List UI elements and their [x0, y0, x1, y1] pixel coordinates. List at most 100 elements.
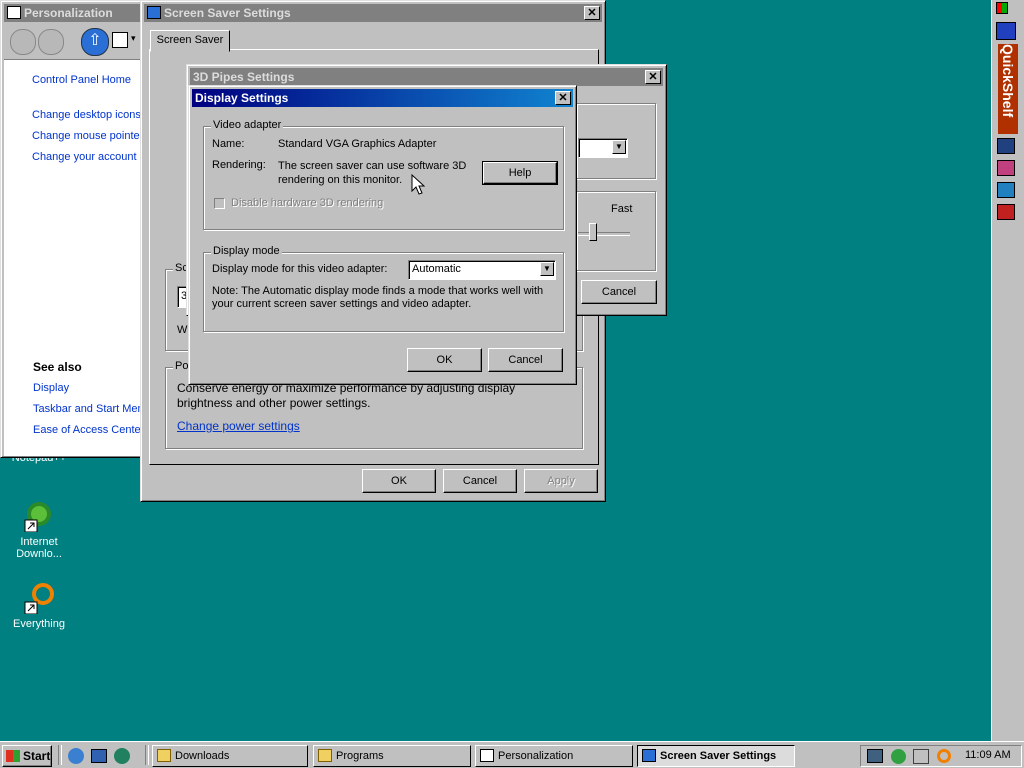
personalization-icon: [480, 749, 494, 762]
forward-button[interactable]: [38, 29, 64, 55]
see-also-ease-of-access[interactable]: Ease of Access Center: [33, 424, 144, 436]
shelf-app-4-icon[interactable]: [997, 204, 1015, 220]
window-title: Screen Saver Settings: [164, 6, 291, 20]
rendering-value: The screen saver can use software 3D ren…: [278, 160, 467, 186]
mouse-cursor-icon: [411, 173, 426, 199]
personalization-icon: [7, 6, 21, 19]
rendering-label: Rendering:: [212, 159, 266, 171]
tray-app-icon[interactable]: [913, 749, 929, 764]
desktop-icon-label: Everything: [13, 618, 65, 630]
globe-icon[interactable]: [891, 749, 906, 764]
media-icon[interactable]: [114, 748, 130, 764]
search-magnifier-icon: [23, 582, 55, 615]
location-icon: [112, 32, 128, 48]
task-personalization[interactable]: Personalization: [475, 745, 633, 767]
close-button[interactable]: ✕: [645, 70, 661, 84]
help-button[interactable]: Help: [482, 161, 558, 185]
desktop-icon-internet-download[interactable]: Internet Downlo...: [4, 500, 74, 560]
quickshelf-menu-icon[interactable]: [996, 2, 1008, 14]
video-adapter-group: Video adapter Name: Standard VGA Graphic…: [203, 119, 564, 230]
task-downloads[interactable]: Downloads: [152, 745, 308, 767]
see-also-taskbar[interactable]: Taskbar and Start Menu: [33, 403, 148, 415]
nav-change-desktop-icons[interactable]: Change desktop icons: [32, 109, 141, 121]
screensaver-icon: [642, 749, 656, 762]
display-mode-group-label: Display mode: [211, 245, 282, 257]
apply-button[interactable]: Apply: [524, 469, 598, 493]
personalization-window: Personalization ⇧ ▾ Control Panel Home C…: [0, 0, 150, 458]
screensaver-titlebar[interactable]: Screen Saver Settings ✕: [144, 4, 602, 22]
quickshelf-bar: QuickShelf: [991, 0, 1024, 741]
pipes-cancel-button[interactable]: Cancel: [581, 280, 657, 304]
taskbar: Start Downloads Programs Personalization…: [0, 741, 1024, 768]
task-label: Personalization: [498, 750, 574, 762]
windows-logo-icon: [6, 750, 20, 762]
shelf-app-2-icon[interactable]: [997, 160, 1015, 176]
adapter-name-label: Name:: [212, 138, 245, 150]
tab-screen-saver[interactable]: Screen Saver: [150, 30, 230, 52]
personalization-sidebar: Control Panel Home Change desktop icons …: [4, 60, 148, 456]
nav-change-mouse-pointers[interactable]: Change mouse pointers: [32, 130, 148, 142]
back-button[interactable]: [10, 29, 36, 55]
display-mode-group: Display mode Display mode for this video…: [203, 245, 564, 332]
ok-button[interactable]: OK: [362, 469, 436, 493]
start-label: Start: [23, 749, 51, 763]
display-settings-dialog: Display Settings ✕ Video adapter Name: S…: [188, 85, 577, 385]
change-power-settings-link[interactable]: Change power settings: [177, 419, 300, 433]
folder-icon: [157, 749, 171, 762]
display-mode-note: Note: The Automatic display mode finds a…: [212, 285, 544, 310]
display-settings-titlebar[interactable]: Display Settings ✕: [192, 89, 573, 107]
desktop-icon-label: Internet Downlo...: [16, 536, 62, 560]
window-title: Personalization: [24, 6, 113, 20]
task-programs[interactable]: Programs: [313, 745, 471, 767]
everything-tray-icon[interactable]: [937, 749, 951, 763]
cancel-button[interactable]: Cancel: [488, 348, 563, 372]
task-label: Programs: [336, 750, 384, 762]
folder-icon: [318, 749, 332, 762]
fast-label: Fast: [611, 203, 633, 215]
task-screen-saver-settings[interactable]: Screen Saver Settings: [637, 745, 795, 767]
chevron-down-icon: ▼: [612, 140, 626, 154]
speed-slider-thumb[interactable]: [589, 223, 597, 241]
task-label: Downloads: [175, 750, 230, 762]
display-mode-label: Display mode for this video adapter:: [212, 263, 388, 275]
window-title: 3D Pipes Settings: [193, 70, 295, 84]
nav-change-account-picture[interactable]: Change your account p: [32, 151, 146, 163]
personalization-titlebar[interactable]: Personalization: [4, 4, 146, 22]
ie-icon[interactable]: [68, 748, 84, 764]
desktop-icon-everything[interactable]: Everything: [4, 582, 74, 630]
ok-button[interactable]: OK: [407, 348, 482, 372]
cancel-button[interactable]: Cancel: [443, 469, 517, 493]
close-button[interactable]: ✕: [555, 91, 571, 105]
power-description: Conserve energy or maximize performance …: [177, 381, 516, 410]
disable-hw-label: Disable hardware 3D rendering: [231, 197, 384, 209]
download-manager-icon: [23, 500, 55, 533]
adapter-name-value: Standard VGA Graphics Adapter: [278, 138, 437, 150]
clock[interactable]: 11:09 AM: [965, 749, 1011, 761]
speed-slider-track[interactable]: [578, 232, 630, 236]
pipes-select[interactable]: ▼: [578, 138, 628, 158]
close-button[interactable]: ✕: [584, 6, 600, 20]
window-title: Display Settings: [195, 91, 289, 105]
chevron-down-icon: ▼: [540, 262, 554, 276]
quickshelf-logo-icon: [996, 22, 1016, 40]
video-adapter-group-label: Video adapter: [211, 119, 284, 131]
see-also-display[interactable]: Display: [33, 382, 69, 394]
see-also-heading: See also: [33, 360, 82, 374]
wait-label: W: [177, 324, 188, 336]
shelf-app-1-icon[interactable]: [997, 138, 1015, 154]
nav-toolbar: ⇧ ▾: [4, 25, 148, 60]
display-mode-select-value: Automatic: [412, 263, 461, 275]
nav-control-panel-home[interactable]: Control Panel Home: [32, 74, 131, 86]
display-mode-select[interactable]: Automatic ▼: [408, 260, 556, 280]
show-desktop-icon[interactable]: [91, 749, 107, 763]
quickshelf-label[interactable]: QuickShelf: [998, 44, 1018, 134]
system-tray: 11:09 AM: [860, 745, 1022, 767]
start-button[interactable]: Start: [2, 745, 52, 767]
network-icon[interactable]: [867, 749, 883, 763]
pipes-titlebar[interactable]: 3D Pipes Settings ✕: [190, 68, 663, 86]
screensaver-icon: [147, 6, 161, 19]
up-button[interactable]: ⇧: [81, 28, 109, 56]
disable-hw-checkbox[interactable]: [214, 198, 225, 209]
shelf-app-3-icon[interactable]: [997, 182, 1015, 198]
chevron-down-icon[interactable]: ▾: [131, 33, 136, 44]
